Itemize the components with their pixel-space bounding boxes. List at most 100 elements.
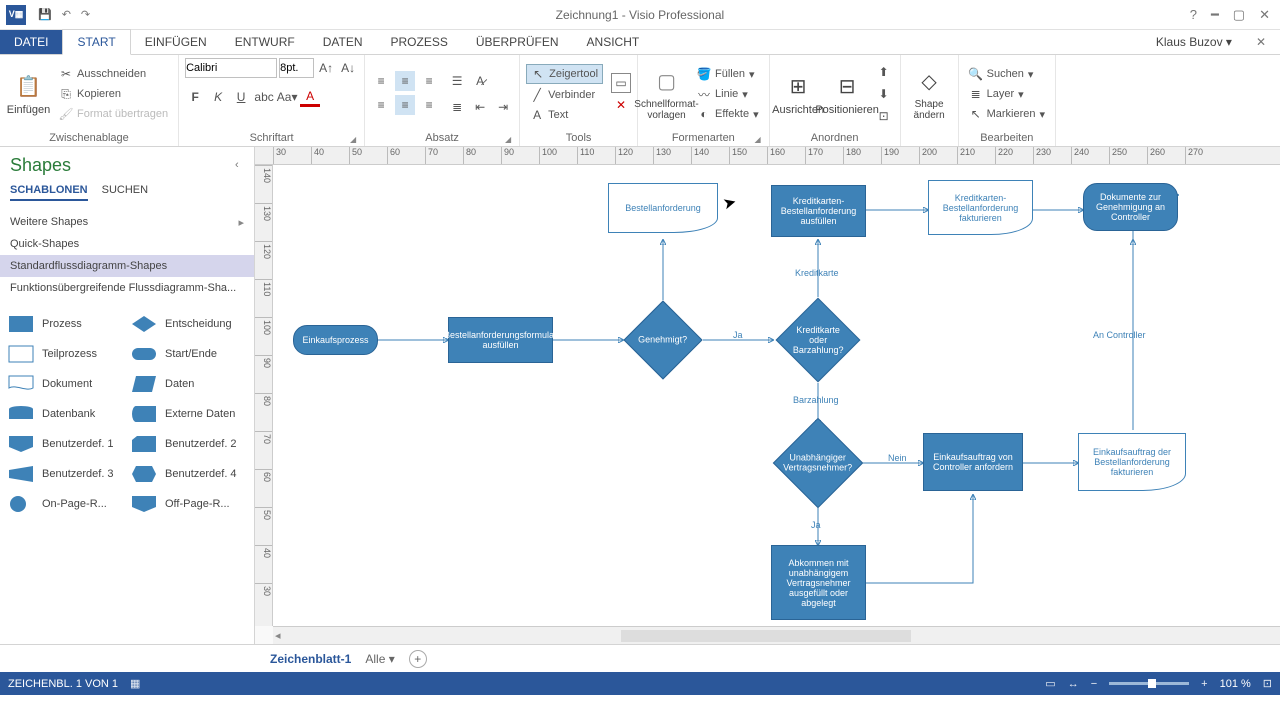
send-back-icon[interactable]: ⬇	[874, 84, 894, 104]
tab-data[interactable]: DATEN	[309, 30, 377, 54]
zoom-in-icon[interactable]: +	[1201, 678, 1207, 690]
strike-icon[interactable]: abc	[254, 87, 274, 107]
zoom-slider[interactable]	[1109, 682, 1189, 685]
tab-templates[interactable]: SCHABLONEN	[10, 184, 88, 201]
tab-design[interactable]: ENTWURF	[221, 30, 309, 54]
justify-icon[interactable]: ≣	[447, 97, 467, 117]
align-top-center-icon[interactable]: ≡	[395, 71, 415, 91]
zoom-level[interactable]: 101 %	[1220, 678, 1251, 690]
shape-ud1[interactable]: Benutzerdef. 1	[4, 429, 127, 459]
connector-tool-button[interactable]: ╱Verbinder	[526, 86, 603, 104]
shape-process[interactable]: Prozess	[4, 309, 127, 339]
font-color-icon[interactable]: A	[300, 87, 320, 107]
shape-decision[interactable]: Entscheidung	[127, 309, 250, 339]
close-icon[interactable]: ✕	[1259, 7, 1270, 23]
format-painter-button[interactable]: 🖌Format übertragen	[55, 105, 172, 123]
font-name-combo[interactable]	[185, 58, 277, 78]
copy-button[interactable]: ⎘Kopieren	[55, 85, 172, 103]
shape-subprocess[interactable]: Teilprozess	[4, 339, 127, 369]
node-docs[interactable]: Dokumente zur Genehmigung an Controller	[1083, 183, 1178, 231]
undo-icon[interactable]: ↶	[62, 8, 71, 21]
quick-styles-button[interactable]: ▢Schnellformat-vorlagen	[644, 61, 689, 127]
font-size-combo[interactable]	[279, 58, 314, 78]
node-poinv[interactable]: Einkaufsauftrag der Bestellanforderung f…	[1078, 433, 1186, 491]
layer-button[interactable]: ≣Layer ▾	[965, 85, 1049, 103]
page-tab-1[interactable]: Zeichenblatt-1	[270, 652, 351, 666]
node-ccfill[interactable]: Kreditkarten-Bestellanforderung ausfülle…	[771, 185, 866, 237]
pages-all[interactable]: Alle ▾	[365, 652, 394, 666]
shape-ud3[interactable]: Benutzerdef. 3	[4, 459, 127, 489]
node-start[interactable]: Einkaufsprozess	[293, 325, 378, 355]
indent-dec-icon[interactable]: ⇤	[470, 97, 490, 117]
bold-icon[interactable]: F	[185, 87, 205, 107]
cat-quick-shapes[interactable]: Quick-Shapes	[0, 233, 254, 255]
maximize-icon[interactable]: ▢	[1233, 7, 1245, 23]
shape-extdata[interactable]: Externe Daten	[127, 399, 250, 429]
text-tool-button[interactable]: AText	[526, 106, 603, 124]
clear-format-icon[interactable]: A̷	[470, 71, 490, 91]
align-left-icon[interactable]: ≡	[371, 95, 391, 115]
fill-button[interactable]: 🪣Füllen ▾	[693, 65, 763, 83]
grow-font-icon[interactable]: A↑	[316, 58, 336, 78]
paste-button[interactable]: 📋Einfügen	[6, 61, 51, 127]
rectangle-icon[interactable]: ▭	[611, 73, 631, 93]
node-reqpo[interactable]: Einkaufsauftrag von Controller anfordern	[923, 433, 1023, 491]
align-top-right-icon[interactable]: ≡	[419, 71, 439, 91]
group-icon[interactable]: ⊡	[874, 106, 894, 126]
indent-inc-icon[interactable]: ⇥	[493, 97, 513, 117]
node-agreement[interactable]: Abkommen mit unabhängigem Vertragsnehmer…	[771, 545, 866, 620]
tab-view[interactable]: ANSICHT	[573, 30, 654, 54]
case-icon[interactable]: Aa▾	[277, 87, 297, 107]
pointer-tool-button[interactable]: ↖Zeigertool	[526, 64, 603, 84]
canvas-area[interactable]: 3040506070809010011012013014015016017018…	[255, 147, 1280, 644]
horizontal-scrollbar[interactable]: ◂	[273, 626, 1280, 644]
position-button[interactable]: ⊟Positionieren	[825, 61, 870, 127]
tab-file[interactable]: DATEI	[0, 30, 62, 54]
tab-process[interactable]: PROZESS	[376, 30, 461, 54]
delete-icon[interactable]: ✕	[611, 95, 631, 115]
fit-width-icon[interactable]: ↔	[1068, 678, 1079, 690]
redo-icon[interactable]: ↷	[81, 8, 90, 21]
node-ccpay[interactable]: Kreditkarte oder Barzahlung?	[776, 298, 861, 383]
underline-icon[interactable]: U	[231, 87, 251, 107]
user-menu[interactable]: Klaus Buzov ▾	[1146, 30, 1242, 54]
macro-icon[interactable]: ▦	[130, 677, 140, 690]
node-indep[interactable]: Unabhängiger Vertragsnehmer?	[773, 418, 864, 509]
select-button[interactable]: ↖Markieren ▾	[965, 105, 1049, 123]
node-ccinv[interactable]: Kreditkarten-Bestellanforderung fakturie…	[928, 180, 1033, 235]
align-button[interactable]: ⊞Ausrichten	[776, 61, 821, 127]
tab-insert[interactable]: EINFÜGEN	[131, 30, 221, 54]
fit-page-icon[interactable]: ⊡	[1263, 677, 1272, 690]
cat-standard-flowchart[interactable]: Standardflussdiagramm-Shapes	[0, 255, 254, 277]
cat-cross-functional[interactable]: Funktionsübergreifende Flussdiagramm-Sha…	[0, 277, 254, 299]
align-center-icon[interactable]: ≡	[395, 95, 415, 115]
dialog-launcher-icon[interactable]: ◢	[350, 135, 356, 144]
cat-more-shapes[interactable]: Weitere Shapes▸	[0, 211, 254, 233]
align-right-icon[interactable]: ≡	[419, 95, 439, 115]
node-form[interactable]: Bestellanforderungsformular ausfüllen	[448, 317, 553, 363]
dialog-launcher-icon[interactable]: ◢	[505, 135, 511, 144]
add-page-button[interactable]: +	[409, 650, 427, 668]
bring-front-icon[interactable]: ⬆	[874, 62, 894, 82]
save-icon[interactable]: 💾	[38, 8, 52, 21]
shape-document[interactable]: Dokument	[4, 369, 127, 399]
effects-button[interactable]: ◐Effekte ▾	[693, 105, 763, 123]
shape-data[interactable]: Daten	[127, 369, 250, 399]
collapse-ribbon-icon[interactable]: ✕	[1242, 30, 1280, 54]
tab-review[interactable]: ÜBERPRÜFEN	[462, 30, 573, 54]
cut-button[interactable]: ✂Ausschneiden	[55, 65, 172, 83]
shape-startend[interactable]: Start/Ende	[127, 339, 250, 369]
shape-ud2[interactable]: Benutzerdef. 2	[127, 429, 250, 459]
help-icon[interactable]: ?	[1190, 7, 1197, 23]
shape-offpage[interactable]: Off-Page-R...	[127, 489, 250, 519]
tab-start[interactable]: START	[62, 29, 130, 55]
drawing-canvas[interactable]: ➤ Einkaufsprozess Bestellanforderungsf	[273, 165, 1280, 626]
presentation-icon[interactable]: ▭	[1045, 677, 1055, 690]
line-button[interactable]: 〰Linie ▾	[693, 85, 763, 103]
shape-onpage[interactable]: On-Page-R...	[4, 489, 127, 519]
node-request[interactable]: Bestellanforderung	[608, 183, 718, 233]
shape-database[interactable]: Datenbank	[4, 399, 127, 429]
shrink-font-icon[interactable]: A↓	[338, 58, 358, 78]
find-button[interactable]: 🔍Suchen ▾	[965, 65, 1049, 83]
bullets-icon[interactable]: ☰	[447, 71, 467, 91]
